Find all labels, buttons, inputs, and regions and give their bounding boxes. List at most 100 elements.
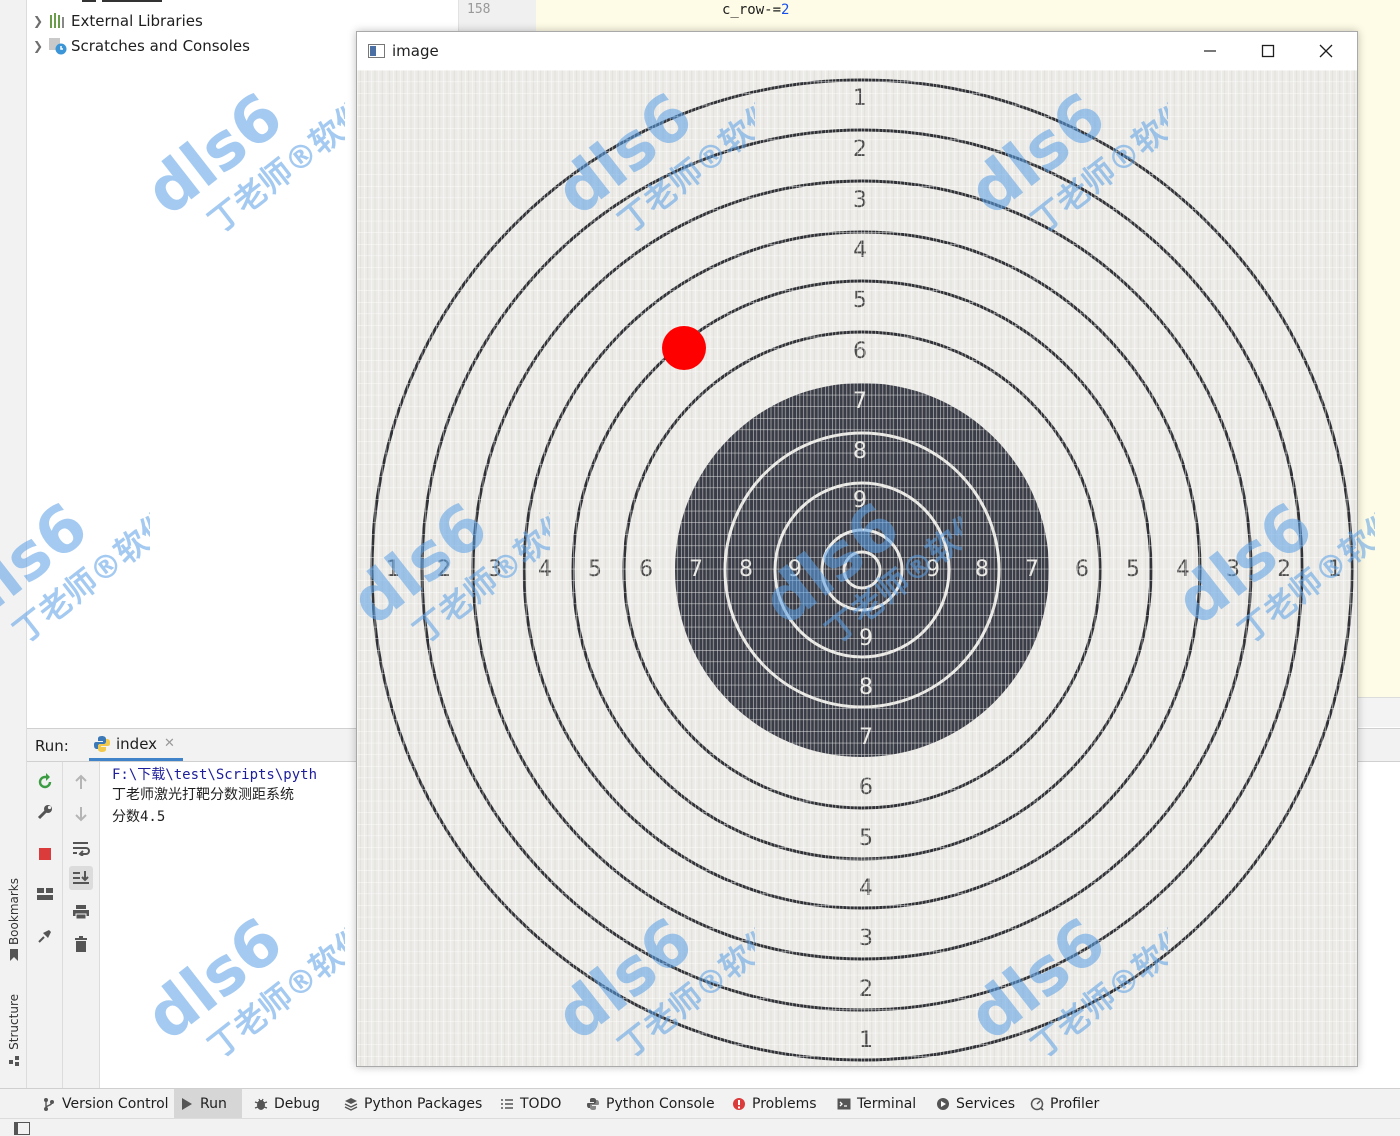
problems-icon <box>733 1098 745 1110</box>
tool-python-packages[interactable]: Python Packages <box>338 1089 488 1119</box>
structure-tab-label: Structure <box>7 994 21 1050</box>
maximize-icon <box>1261 44 1275 58</box>
run-toolbar-secondary <box>63 762 100 1088</box>
scroll-up-button[interactable] <box>69 770 93 794</box>
window-app-icon <box>368 44 385 58</box>
tool-label: Python Packages <box>364 1096 483 1112</box>
rerun-button[interactable] <box>33 770 57 794</box>
python-file-icon <box>94 735 110 752</box>
scratches-icon <box>48 37 68 55</box>
scroll-to-end-icon <box>73 871 89 884</box>
image-canvas[interactable]: 123456789987654321123456789987654321 <box>357 70 1357 1066</box>
code-var: c_row <box>722 2 765 18</box>
console-line: 丁老师激光打靶分数测距系统 <box>112 787 294 803</box>
run-toolbar-primary <box>27 762 63 1088</box>
truncated-file-row <box>102 0 162 2</box>
tree-item-label: External Libraries <box>71 12 203 30</box>
shooting-target-image: 123456789987654321123456789987654321 <box>357 70 1357 1066</box>
tool-label: Terminal <box>857 1096 917 1112</box>
python-console-icon <box>587 1098 599 1110</box>
todo-icon <box>501 1099 513 1109</box>
tool-label: Version Control <box>62 1096 169 1112</box>
tool-label: Debug <box>274 1096 321 1112</box>
clear-button[interactable] <box>69 932 93 956</box>
toggle-tool-windows-icon[interactable] <box>14 1122 30 1135</box>
hit-marker <box>662 326 706 370</box>
code-line: c_row-=2 <box>722 2 789 18</box>
tool-label: Services <box>956 1096 1016 1112</box>
tool-version-control[interactable]: Version Control <box>36 1089 175 1119</box>
soft-wrap-button[interactable] <box>69 836 93 860</box>
bookmarks-tab-label: Bookmarks <box>7 878 21 946</box>
tool-label: Run <box>200 1096 227 1112</box>
run-label: Run: <box>35 737 69 755</box>
console-line: F:\下载\test\Scripts\pyth <box>112 767 318 783</box>
bottom-tool-bar: Version Control Run Debug Python Package… <box>0 1088 1400 1119</box>
pin-button[interactable] <box>33 924 57 948</box>
pin-icon <box>38 930 51 943</box>
tree-item-external-libraries[interactable]: ❯ External Libraries <box>28 9 203 33</box>
tool-python-console[interactable]: Python Console <box>580 1089 721 1119</box>
tree-item-scratches[interactable]: ❯ Scratches and Consoles <box>28 34 250 58</box>
chevron-right-icon[interactable]: ❯ <box>28 39 48 53</box>
tool-problems[interactable]: Problems <box>726 1089 823 1119</box>
scroll-down-button[interactable] <box>69 802 93 826</box>
trash-icon <box>75 936 87 952</box>
maximize-button[interactable] <box>1239 32 1297 70</box>
structure-icon <box>9 1055 19 1066</box>
chevron-right-icon[interactable]: ❯ <box>28 14 48 28</box>
tool-label: Python Console <box>606 1096 715 1112</box>
console-line: 分数4.5 <box>112 809 166 825</box>
status-bar <box>0 1118 1400 1136</box>
code-value: 2 <box>781 2 790 18</box>
wrench-icon <box>37 805 52 820</box>
run-icon <box>182 1098 192 1110</box>
services-icon <box>937 1098 949 1110</box>
editor-code-area[interactable]: c_row-=2 <box>536 0 1400 32</box>
tool-profiler[interactable]: Profiler <box>1024 1089 1105 1119</box>
tree-item-label: Scratches and Consoles <box>71 37 250 55</box>
tool-todo[interactable]: TODO <box>494 1089 567 1119</box>
hit-marker-group <box>662 326 706 370</box>
editor-right-edge-bottom <box>1357 697 1400 727</box>
close-button[interactable] <box>1297 32 1355 70</box>
stop-button[interactable] <box>33 842 57 866</box>
left-tool-stripe: Bookmarks Structure <box>0 0 27 1088</box>
settings-button[interactable] <box>33 800 57 824</box>
rerun-icon <box>38 773 52 789</box>
print-icon <box>73 905 89 920</box>
arrow-down-icon <box>75 807 87 822</box>
packages-icon <box>344 1098 358 1111</box>
scroll-to-end-button[interactable] <box>69 866 93 890</box>
close-icon[interactable]: ✕ <box>164 736 175 751</box>
tool-debug[interactable]: Debug <box>248 1089 326 1119</box>
window-title: image <box>392 42 439 60</box>
bookmarks-tab[interactable]: Bookmarks <box>3 878 25 962</box>
structure-tab[interactable]: Structure <box>3 994 25 1066</box>
layout-button[interactable] <box>33 882 57 906</box>
tool-label: Problems <box>752 1096 817 1112</box>
tool-services[interactable]: Services <box>930 1089 1021 1119</box>
print-button[interactable] <box>69 900 93 924</box>
close-icon <box>1319 44 1333 58</box>
terminal-icon <box>837 1098 851 1110</box>
tool-terminal[interactable]: Terminal <box>831 1089 922 1119</box>
tool-run[interactable]: Run <box>174 1089 242 1119</box>
code-op: -= <box>764 2 782 18</box>
minimize-button[interactable] <box>1181 32 1239 70</box>
editor-gutter: 158 <box>458 0 536 32</box>
window-titlebar[interactable]: image <box>357 32 1357 70</box>
file-icon <box>82 0 96 2</box>
version-control-icon <box>44 1098 54 1111</box>
image-window[interactable]: image 1234567899876543211234567899876543… <box>356 31 1358 1067</box>
debug-icon <box>254 1098 268 1110</box>
library-icon <box>48 12 68 30</box>
layout-icon <box>37 888 53 900</box>
stop-icon <box>39 848 51 860</box>
profiler-icon <box>1030 1097 1044 1111</box>
arrow-up-icon <box>75 774 87 789</box>
tool-label: TODO <box>520 1096 562 1112</box>
run-tab-label: index <box>116 734 158 753</box>
bookmark-icon <box>10 949 18 962</box>
run-tab-index[interactable]: index ✕ <box>89 729 183 761</box>
